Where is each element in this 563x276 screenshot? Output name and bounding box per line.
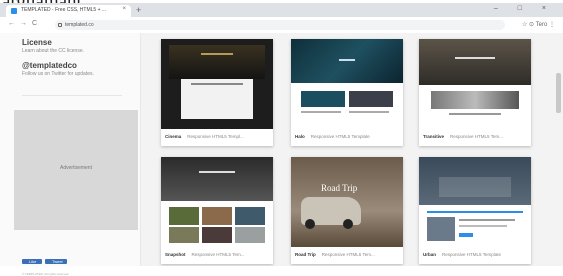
card-caption: Halo Responsive HTML5 Template [295,134,370,139]
card-caption: Snapshot Responsive HTML5 Tem... [165,252,244,257]
template-desc: Responsive HTML5 Tem... [191,252,245,257]
scrollbar-thumb[interactable] [556,73,561,113]
card-caption: Road Trip Responsive HTML5 Tem... [295,252,375,257]
cinema-thumbnail[interactable] [161,39,273,129]
reload-icon[interactable]: C [32,20,37,27]
template-card-urban[interactable]: Urban Responsive HTML5 Template [419,157,531,264]
template-name: Urban [423,252,437,257]
transitive-thumbnail[interactable] [419,39,531,129]
template-card-cinema[interactable]: Cinema Responsive HTML5 Templ... [161,39,273,146]
template-desc: Responsive HTML5 Tem... [321,252,375,257]
address-bar[interactable]: templated.co [55,20,505,30]
favicon-icon [11,8,17,14]
tweet-label: Tweet [52,259,63,264]
sidebar: License Learn about the CC license. @tem… [0,33,141,276]
window-controls[interactable]: – □ × [494,5,555,12]
url-text: templated.co [65,22,94,28]
browser-tab[interactable]: TEMPLATED - Free CSS, HTML5 + ... × [6,5,131,17]
twitter-title[interactable]: @templatedco [22,61,77,70]
footer-text: © TEMPLATED. All rights reserved. [22,272,70,276]
twitter-text: Follow us on Twitter for updates. [22,71,94,77]
card-caption: Cinema Responsive HTML5 Templ... [165,134,244,139]
template-card-road-trip[interactable]: Road Trip Road Trip Responsive HTML5 Tem.… [291,157,403,264]
tweet-button[interactable]: Tweet [45,259,67,264]
card-caption: Transitive Responsive HTML5 Tem... [423,134,503,139]
divider [22,95,122,96]
close-tab-icon[interactable]: × [122,6,126,12]
template-gallery: Cinema Responsive HTML5 Templ... Halo Resp… [141,33,563,266]
template-name: Cinema [165,134,182,139]
template-name: Road Trip [295,252,316,257]
template-name: Snapshot [165,252,186,257]
road-trip-thumbnail[interactable]: Road Trip [291,157,403,247]
template-card-transitive[interactable]: Transitive Responsive HTML5 Tem... [419,39,531,146]
tab-strip: TEMPLATED - Free CSS, HTML5 + ... × + – … [0,3,563,17]
template-card-halo[interactable]: Halo Responsive HTML5 Template [291,39,403,146]
like-label: Like [29,259,37,264]
lock-icon [58,23,62,27]
template-desc: Responsive HTML5 Tem... [450,134,503,139]
halo-thumbnail[interactable] [291,39,403,129]
forward-arrow-icon[interactable]: → [20,20,27,27]
road-trip-hero-text: Road Trip [321,183,358,193]
card-caption: Urban Responsive HTML5 Template [423,252,501,257]
advertisement-box[interactable]: Advertisement [14,110,138,230]
template-desc: Responsive HTML5 Template [442,252,501,257]
browser-toolbar: ← → C templated.co ☆ ⊙ Tero ⋮ [0,17,563,34]
template-desc: Responsive HTML5 Template [310,134,370,139]
urban-thumbnail[interactable] [419,157,531,247]
license-title: License [22,38,52,47]
ad-label: Advertisement [60,165,92,171]
back-arrow-icon[interactable]: ← [8,20,15,27]
snapshot-thumbnail[interactable] [161,157,273,247]
toolbar-actions[interactable]: ☆ ⊙ Tero ⋮ [522,21,555,28]
template-name: Transitive [423,134,445,139]
template-desc: Responsive HTML5 Templ... [187,134,244,139]
license-text[interactable]: Learn about the CC license. [22,48,84,54]
template-card-snapshot[interactable]: Snapshot Responsive HTML5 Tem... [161,157,273,264]
new-tab-button[interactable]: + [136,6,141,15]
tab-title: TEMPLATED - Free CSS, HTML5 + ... [21,7,107,13]
template-name: Halo [295,134,305,139]
like-button[interactable]: Like [22,259,42,264]
